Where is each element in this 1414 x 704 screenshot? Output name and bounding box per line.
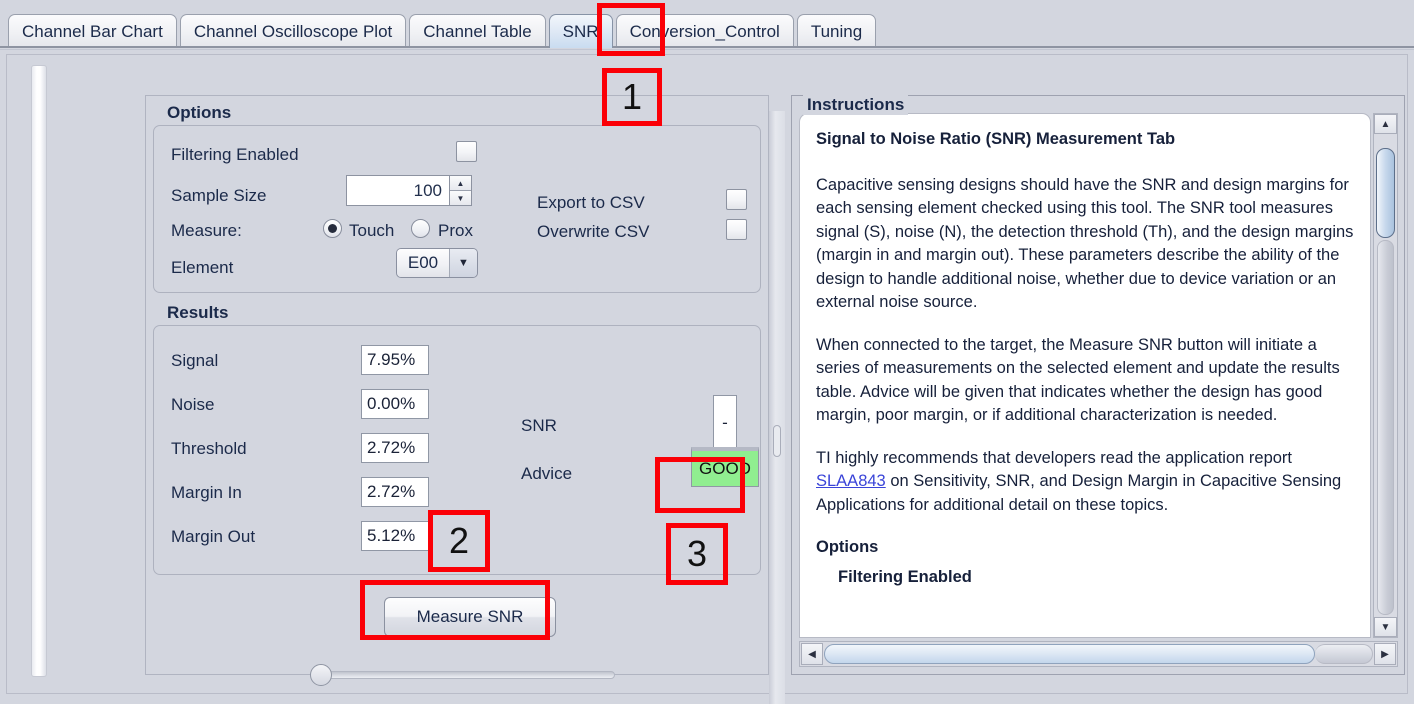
annotation-marker-3: 3 [666, 523, 728, 585]
snr-value-field: - [713, 395, 737, 451]
result-value-threshold: 2.72% [361, 433, 429, 463]
horizontal-scroll-thumb[interactable] [823, 644, 1316, 664]
annotation-marker-1: 1 [602, 68, 662, 126]
export-to-csv-label: Export to CSV [537, 193, 645, 212]
result-value-margin-out: 5.12% [361, 521, 429, 551]
tab-underline-secondary [0, 49, 1414, 50]
element-combobox[interactable]: E00 ▼ [396, 248, 478, 278]
result-label-noise: Noise [171, 395, 215, 414]
tab-strip: Channel Bar Chart Channel Oscilloscope P… [8, 12, 877, 48]
tab-channel-table[interactable]: Channel Table [409, 14, 546, 48]
spin-up-icon[interactable]: ▲ [450, 176, 471, 191]
export-to-csv-checkbox[interactable] [726, 189, 747, 210]
split-pane-grip[interactable] [773, 425, 781, 457]
tab-label: Channel Oscilloscope Plot [193, 21, 393, 41]
result-value-signal: 7.95% [361, 345, 429, 375]
scroll-right-icon[interactable]: ▶ [1374, 643, 1397, 665]
instructions-title: Instructions [803, 95, 909, 115]
instructions-paragraph-3: TI highly recommends that developers rea… [816, 447, 1356, 518]
results-title: Results [167, 303, 229, 322]
advice-label: Advice [521, 464, 573, 483]
result-label-margin-in: Margin In [171, 483, 242, 502]
vertical-scroll-thumb[interactable] [1376, 148, 1395, 238]
paragraph-3-suffix: on Sensitivity, SNR, and Design Margin i… [816, 472, 1342, 514]
measure-label: Measure: [171, 221, 242, 240]
spin-down-icon[interactable]: ▼ [450, 191, 471, 205]
chevron-down-icon[interactable]: ▼ [449, 249, 477, 277]
tab-tuning[interactable]: Tuning [796, 14, 877, 48]
annotation-box-snr-tab [597, 3, 665, 56]
element-label: Element [171, 258, 234, 277]
horizontal-scroll-track[interactable] [1315, 644, 1374, 664]
options-group: Options Filtering Enabled Sample Size 10… [153, 103, 761, 293]
scroll-down-icon[interactable]: ▼ [1374, 617, 1397, 637]
zoom-slider-knob[interactable] [310, 664, 332, 686]
tab-label: SNR [562, 21, 599, 41]
sample-size-label: Sample Size [171, 186, 267, 205]
result-label-signal: Signal [171, 351, 219, 370]
tab-label: Tuning [810, 21, 863, 41]
measure-prox-radio[interactable] [411, 219, 430, 238]
measure-prox-label: Prox [438, 221, 473, 240]
instructions-heading: Signal to Noise Ratio (SNR) Measurement … [816, 130, 1176, 148]
tab-label: Channel Table [423, 21, 532, 41]
instructions-paragraph-2: When connected to the target, the Measur… [816, 335, 1340, 425]
result-label-margin-out: Margin Out [171, 527, 256, 546]
tab-bar: Channel Bar Chart Channel Oscilloscope P… [0, 0, 1414, 50]
left-drag-rail[interactable] [31, 65, 47, 677]
zoom-slider-track[interactable] [317, 671, 615, 679]
instructions-options-heading: Options [816, 538, 879, 556]
tab-channel-bar-chart[interactable]: Channel Bar Chart [8, 14, 177, 48]
overwrite-csv-label: Overwrite CSV [537, 222, 650, 241]
sample-size-spinner[interactable]: 100 ▲ ▼ [346, 175, 472, 206]
instructions-horizontal-scrollbar[interactable]: ◀ ▶ [799, 641, 1398, 667]
result-label-threshold: Threshold [171, 439, 247, 458]
paragraph-3-prefix: TI highly recommends that developers rea… [816, 448, 1293, 467]
instructions-paragraph-1: Capacitive sensing designs should have t… [816, 175, 1354, 312]
element-combobox-value: E00 [397, 249, 449, 277]
scroll-up-icon[interactable]: ▲ [1374, 114, 1397, 134]
sample-size-input[interactable]: 100 [346, 175, 450, 206]
instructions-document: Signal to Noise Ratio (SNR) Measurement … [799, 113, 1371, 638]
vertical-scroll-track[interactable] [1377, 240, 1394, 615]
slaa843-link[interactable]: SLAA843 [816, 472, 886, 490]
overwrite-csv-checkbox[interactable] [726, 219, 747, 240]
options-title: Options [167, 103, 232, 122]
tab-underline [0, 46, 1414, 48]
instructions-clipped-line: Filtering Enabled [838, 567, 972, 586]
filtering-enabled-label: Filtering Enabled [171, 145, 299, 164]
annotation-marker-2: 2 [428, 510, 490, 572]
tab-channel-oscilloscope-plot[interactable]: Channel Oscilloscope Plot [179, 14, 407, 48]
result-value-noise: 0.00% [361, 389, 429, 419]
app-window: Channel Bar Chart Channel Oscilloscope P… [0, 0, 1414, 704]
measure-touch-label: Touch [349, 221, 395, 240]
instructions-pane: Instructions Signal to Noise Ratio (SNR)… [791, 95, 1405, 675]
snr-tab-content: Options Filtering Enabled Sample Size 10… [6, 54, 1408, 704]
instructions-vertical-scrollbar[interactable]: ▲ ▼ [1373, 113, 1398, 638]
snr-label: SNR [521, 416, 557, 435]
filtering-enabled-checkbox[interactable] [456, 141, 477, 162]
tab-label: Channel Bar Chart [22, 21, 163, 41]
sample-size-spin-buttons: ▲ ▼ [450, 175, 472, 206]
result-value-margin-in: 2.72% [361, 477, 429, 507]
measure-touch-radio[interactable] [323, 219, 342, 238]
annotation-box-measure-snr [360, 580, 550, 640]
scroll-left-icon[interactable]: ◀ [801, 643, 823, 665]
annotation-box-advice [655, 457, 745, 513]
split-pane-divider[interactable] [769, 111, 785, 704]
